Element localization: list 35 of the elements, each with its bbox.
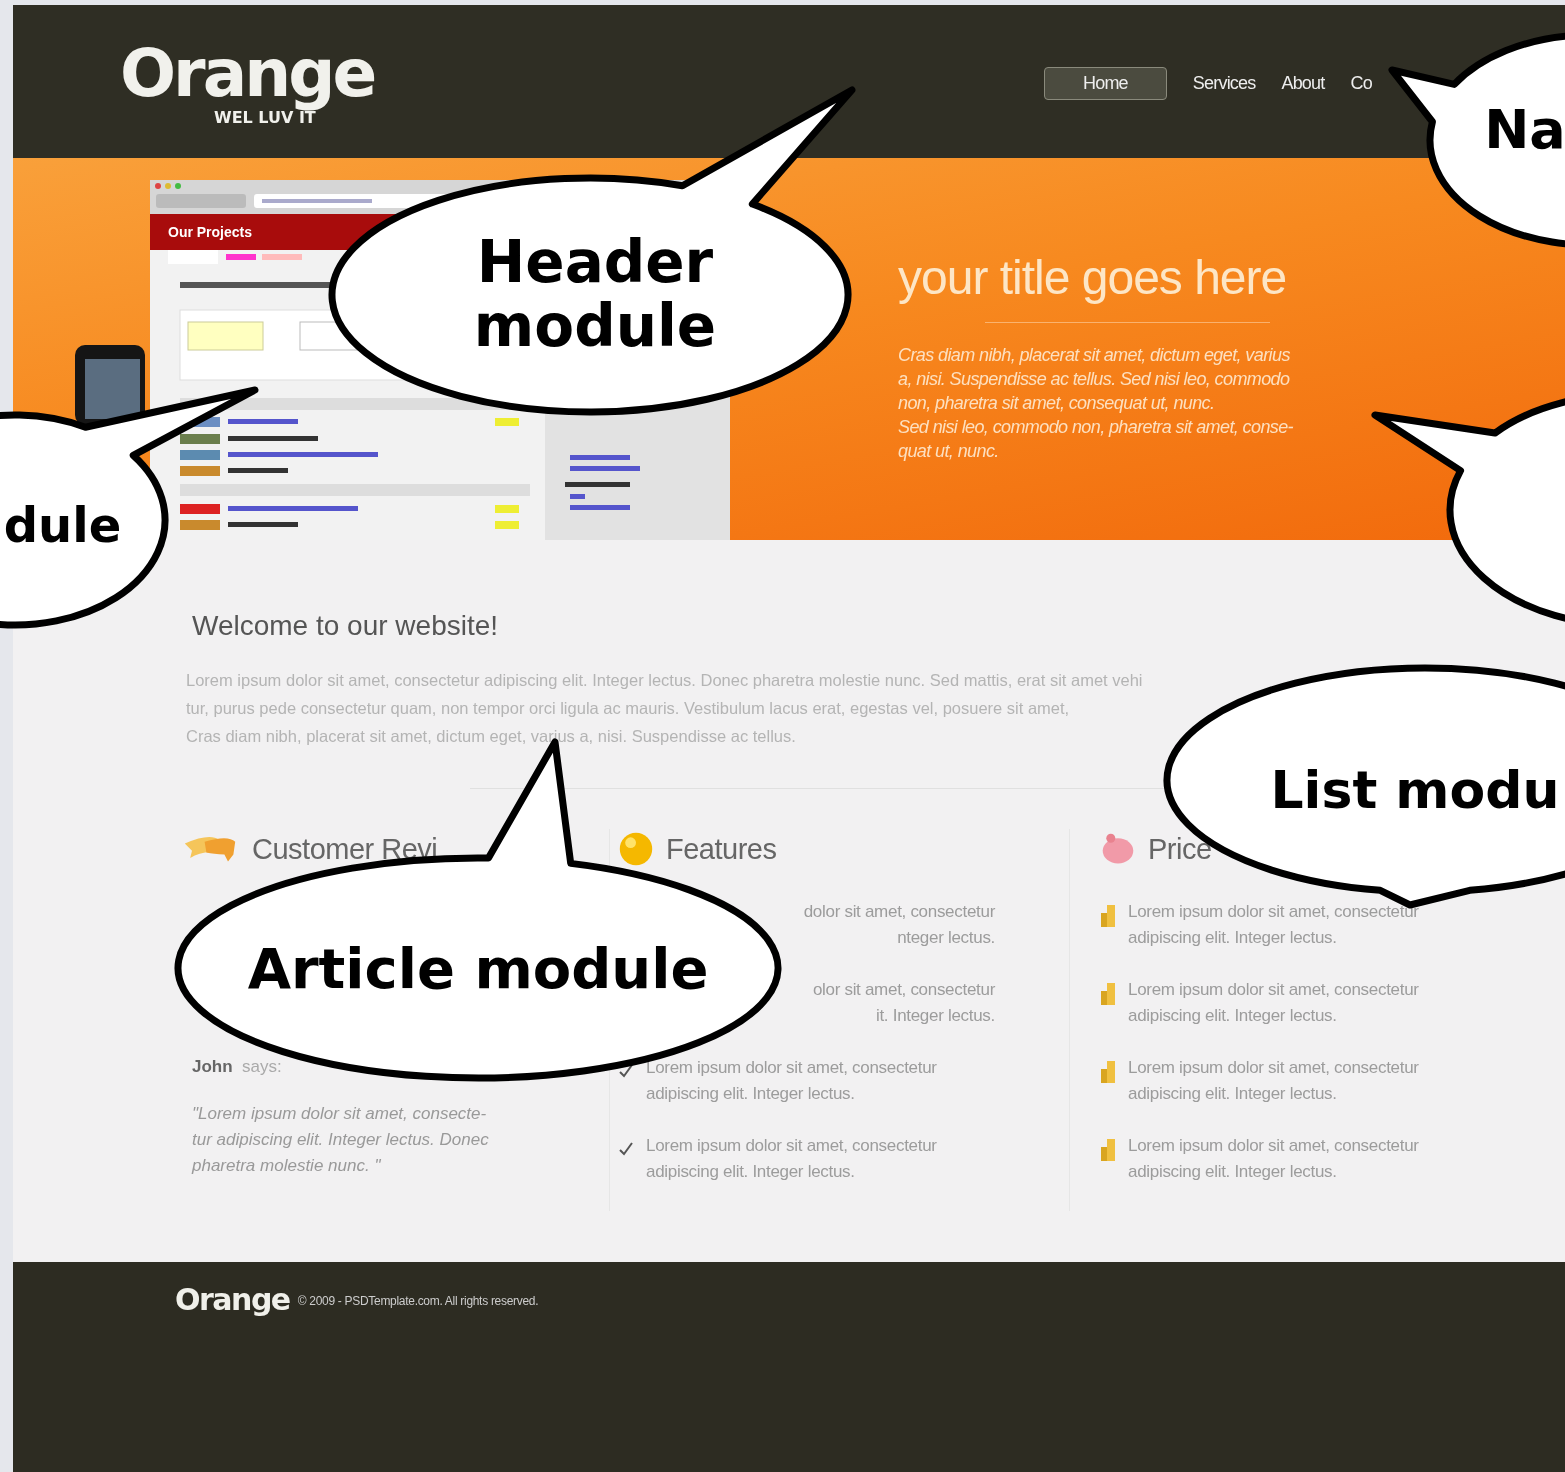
nav-link[interactable]: About xyxy=(1281,67,1325,100)
coin-stack-icon xyxy=(1100,1137,1116,1161)
app-title: Our Projects xyxy=(168,224,253,240)
review-quote: "Lorem ipsum dolor sit amet, consecte- tur adipiscing elit. Integer lectus. Donec pharetra molestie nunc. " xyxy=(192,1103,490,1177)
welcome-heading: Welcome to our website! xyxy=(192,609,500,643)
column-title: Price xyxy=(1148,832,1212,866)
check-icon xyxy=(618,1063,634,1079)
column-title: Features xyxy=(666,832,777,866)
hero-paragraph: Cras diam nibh, placerat sit amet, dictum eget, varius a, nisi. Suspendisse ac tellus. Sed nisi leo, commodo non, pharetra sit amet, consequat ut, nunc. Sed nisi leo, commodo non, pharetra sit amet, conse- quat ut, nunc. xyxy=(898,344,1294,463)
callout-label: dule xyxy=(2,497,123,553)
nav-link[interactable]: Home xyxy=(1044,67,1167,100)
hero-title: your title goes here xyxy=(898,250,1288,306)
nav-link[interactable]: Co xyxy=(1350,67,1372,100)
list-item-text: Lorem ipsum dolor sit amet, consectetur adipiscing elit. Integer lectus. xyxy=(1128,1135,1419,1183)
list-item-text: Lorem ipsum dolor sit amet, consectetur adipiscing elit. Integer lectus. xyxy=(1128,901,1419,949)
callout-label: Na xyxy=(1483,100,1565,160)
list-item-text: Lorem ipsum dolor sit amet, consectetur adipiscing elit. Integer lectus. xyxy=(1128,1057,1419,1105)
copyright-text: © 2009 - PSDTemplate.com. All rights reserved. xyxy=(297,1294,539,1308)
list-item-text: Lorem ipsum dolor sit amet, consectetur adipiscing elit. Integer lectus. xyxy=(1128,979,1419,1027)
coin-stack-icon xyxy=(1100,903,1116,927)
review-author: John says: xyxy=(192,1057,283,1077)
intro-paragraph: Lorem ipsum dolor sit amet, consectetur adipiscing elit. Integer lectus. Donec pharetra molestie nunc. Sed mattis, erat sit amet vehi tur, purus pede consectetur quam, non tempor orci ligula ac mauris. Vestibulum lacus erat, egestas vel, posuere sit amet, Cras diam nibh, placerat sit amet, dictum eget, varius a, nisi. Suspendisse ac tellus. xyxy=(186,670,1144,747)
list-item-text: Lorem ipsum dolor sit amet, consectetur adipiscing elit. Integer lectus. xyxy=(646,1057,937,1105)
callout-label: Header module xyxy=(472,230,718,358)
list-item-text: olor sit amet, consectetur it. Integer lectus. xyxy=(812,979,995,1027)
callout-label: List modu xyxy=(1269,760,1561,820)
coin-stack-icon xyxy=(1100,981,1116,1005)
check-icon xyxy=(618,1141,634,1157)
callout-label: Article module xyxy=(246,938,710,1000)
nav-link[interactable]: Services xyxy=(1192,67,1256,100)
ball-icon xyxy=(618,831,654,867)
footer-logo[interactable]: Orange xyxy=(175,1282,290,1318)
coin-stack-icon xyxy=(1100,1059,1116,1083)
list-item-text: Lorem ipsum dolor sit amet, consectetur adipiscing elit. Integer lectus. xyxy=(646,1135,937,1183)
list-item-text: dolor sit amet, consectetur nteger lectus. xyxy=(803,901,995,949)
